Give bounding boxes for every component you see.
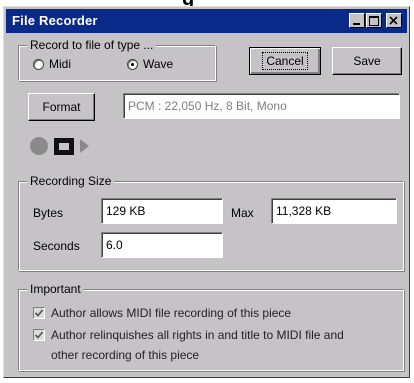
bytes-label: Bytes: [33, 206, 64, 220]
checkmark-icon: [34, 331, 44, 339]
play-icon: [80, 139, 89, 153]
checkbox-label: Author relinquishes all rights in and ti…: [51, 328, 344, 362]
important-group: Important Author allows MIDI file record…: [18, 282, 404, 371]
record-type-group: Record to file of type ... Midi Wave: [18, 38, 216, 81]
stop-icon-inner: [59, 143, 69, 150]
rights-relinquished-checkbox[interactable]: Author relinquishes all rights in and ti…: [33, 328, 353, 365]
recording-size-legend: Recording Size: [27, 174, 115, 188]
transport-controls: [28, 135, 108, 157]
format-button-label: Format: [42, 100, 81, 114]
radio-wave-indicator[interactable]: [127, 58, 138, 70]
recording-size-group: Recording Size Bytes 129 KB Max 11,328 K…: [18, 174, 404, 271]
minimize-button[interactable]: [349, 13, 365, 28]
window-title: File Recorder: [12, 13, 98, 28]
save-button-label: Save: [353, 54, 381, 68]
format-button[interactable]: Format: [28, 93, 95, 121]
max-label: Max: [231, 206, 254, 220]
save-button[interactable]: Save: [332, 47, 402, 75]
close-icon: [389, 16, 398, 25]
checkbox-indicator[interactable]: [33, 307, 45, 319]
radio-midi[interactable]: Midi: [33, 57, 71, 71]
close-button[interactable]: [386, 13, 402, 28]
format-info-field: PCM : 22,050 Hz, 8 Bit, Mono: [123, 93, 400, 119]
radio-midi-indicator[interactable]: [33, 58, 44, 70]
bytes-field[interactable]: 129 KB: [101, 198, 223, 224]
cancel-button-label: Cancel: [266, 54, 304, 68]
max-field[interactable]: 11,328 KB: [271, 198, 397, 224]
checkmark-icon: [34, 309, 44, 317]
radio-midi-label: Midi: [49, 57, 72, 71]
record-type-legend: Record to file of type ...: [27, 38, 157, 52]
radio-wave[interactable]: Wave: [127, 57, 173, 71]
maximize-button[interactable]: [366, 13, 382, 28]
radio-wave-label: Wave: [143, 57, 174, 71]
title-bar[interactable]: File Recorder: [6, 9, 407, 33]
checkbox-indicator[interactable]: [33, 329, 45, 341]
midi-recording-allowed-checkbox[interactable]: Author allows MIDI file recording of thi…: [33, 306, 373, 323]
file-recorder-window: File Recorder Record to file of type ...…: [3, 6, 410, 378]
important-legend: Important: [27, 282, 84, 296]
seconds-field[interactable]: 6.0: [101, 232, 223, 258]
checkbox-label: Author allows MIDI file recording of thi…: [51, 306, 292, 320]
seconds-label: Seconds: [33, 239, 80, 253]
cancel-button[interactable]: Cancel: [249, 47, 321, 75]
record-icon: [30, 137, 48, 155]
